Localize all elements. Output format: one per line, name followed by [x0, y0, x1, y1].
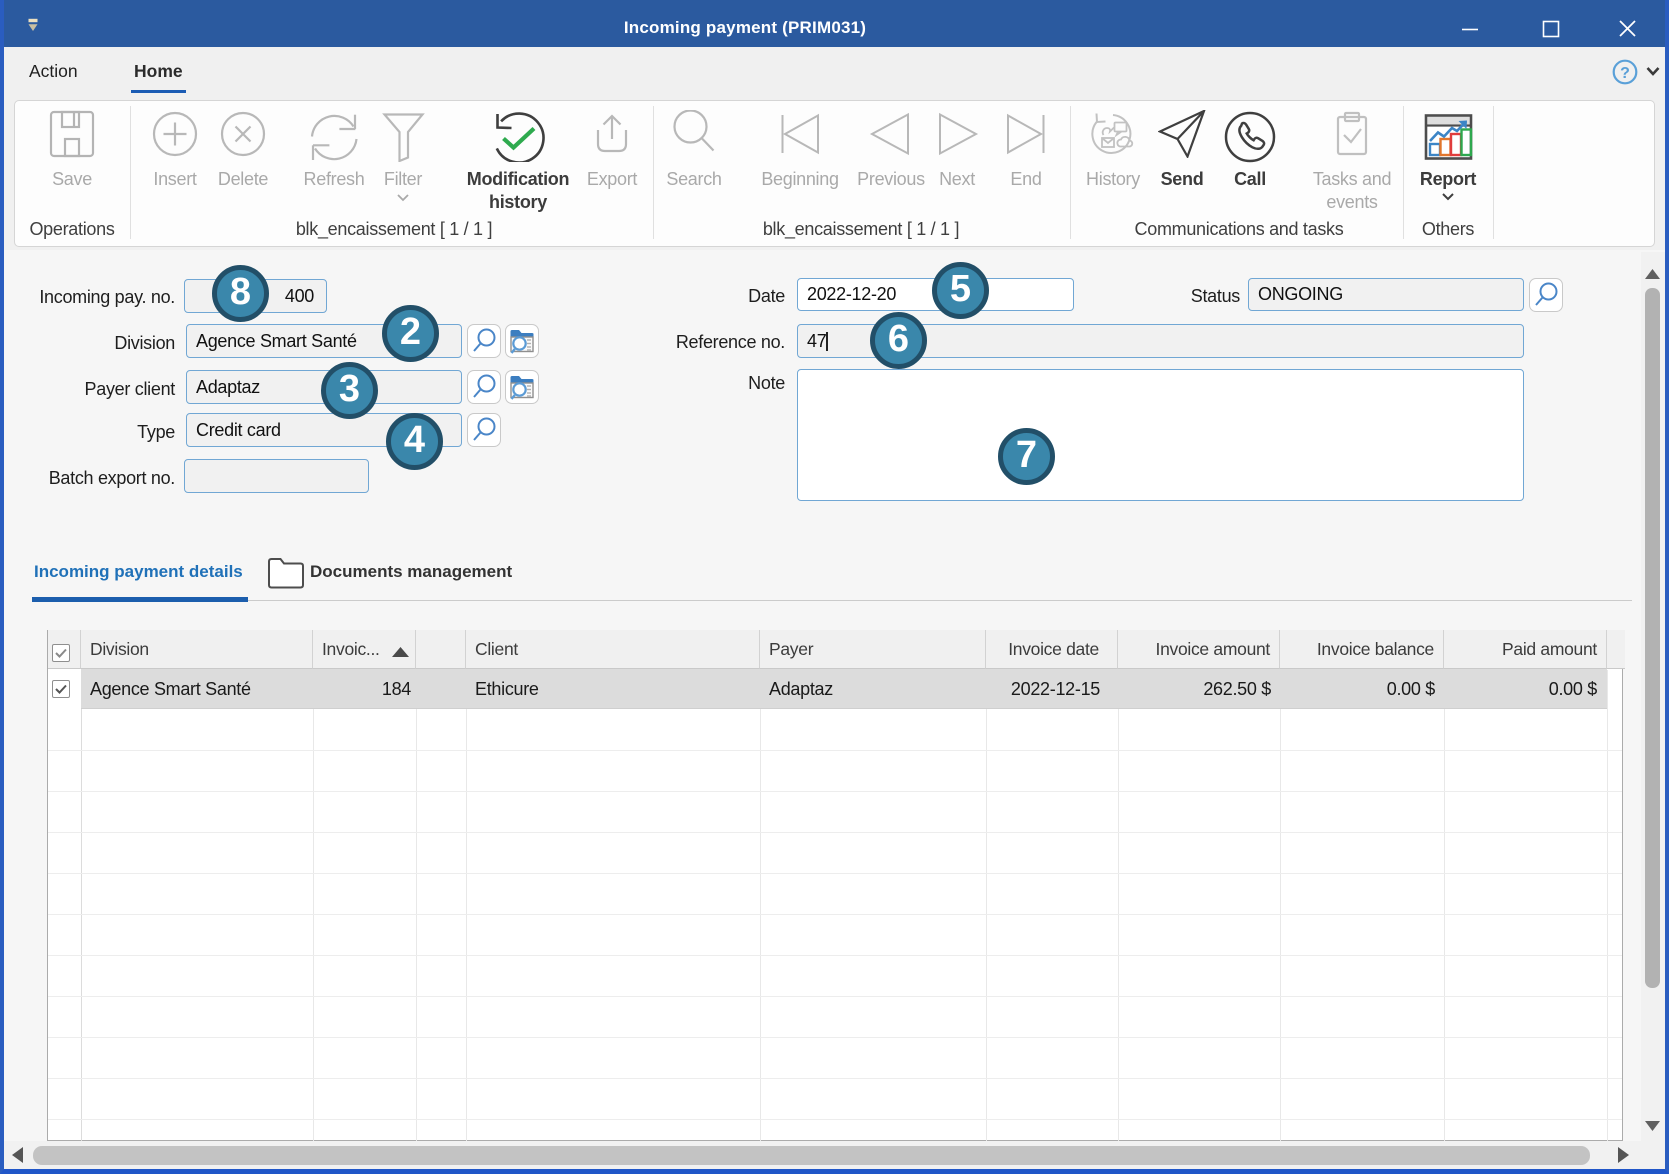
svg-text:?: ?	[1620, 65, 1630, 82]
